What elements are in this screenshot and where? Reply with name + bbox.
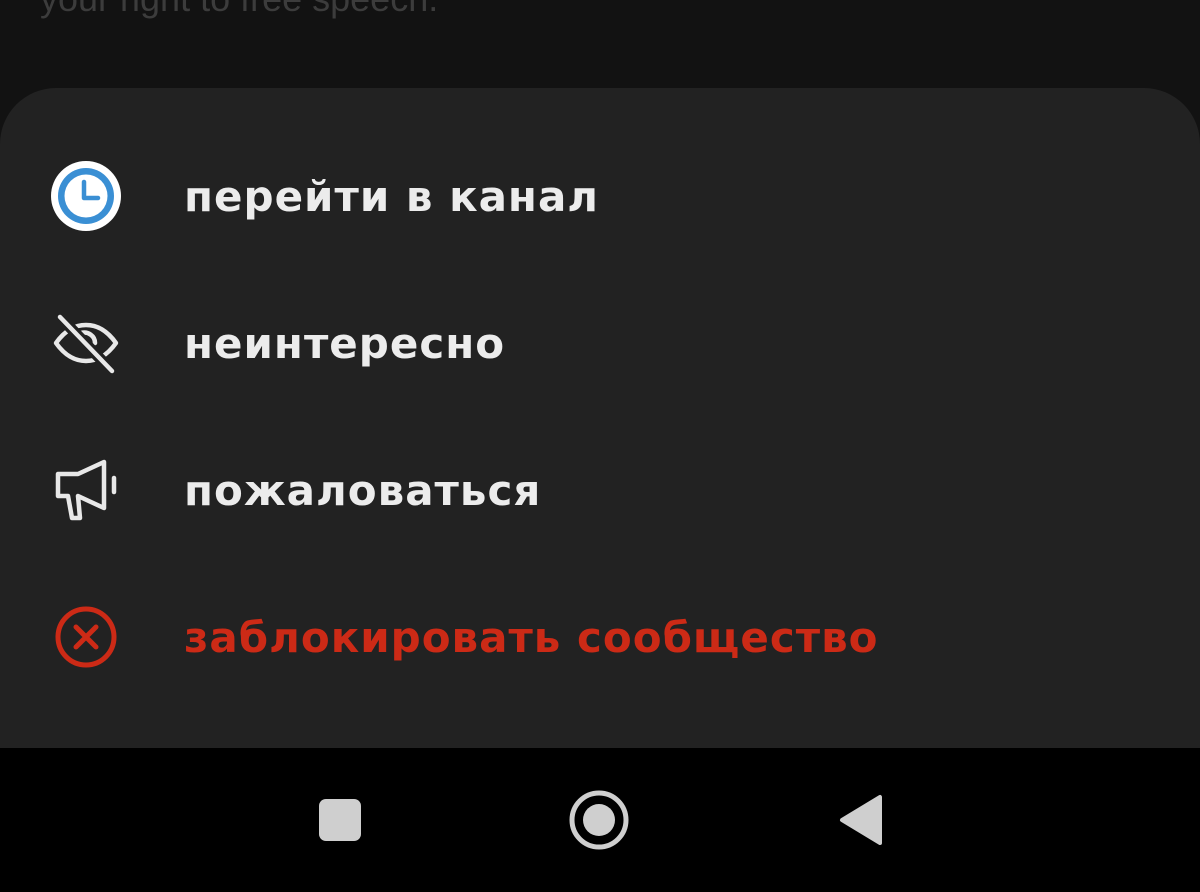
menu-item-label: неинтересно xyxy=(184,318,506,368)
menu-item-report[interactable]: пожаловаться xyxy=(0,430,1200,550)
recents-button[interactable] xyxy=(308,788,372,852)
menu-item-label: заблокировать сообщество xyxy=(184,612,879,662)
screen: your right to free speech. перейти в кан… xyxy=(0,0,1200,892)
back-button[interactable] xyxy=(828,788,892,852)
menu-item-label: пожаловаться xyxy=(184,465,542,515)
clock-icon xyxy=(48,158,124,234)
megaphone-icon xyxy=(48,452,124,528)
menu-item-label: перейти в канал xyxy=(184,171,600,221)
bottom-sheet-menu: перейти в канал неинтересно пожаловаться… xyxy=(0,88,1200,748)
home-button[interactable] xyxy=(563,784,635,856)
menu-item-not-interested[interactable]: неинтересно xyxy=(0,283,1200,403)
back-triangle-icon xyxy=(840,795,882,845)
block-circle-icon xyxy=(48,599,124,675)
system-navigation-bar xyxy=(0,748,1200,892)
background-post-text: your right to free speech. xyxy=(40,0,438,20)
menu-item-go-to-channel[interactable]: перейти в канал xyxy=(0,136,1200,256)
menu-item-block-community[interactable]: заблокировать сообщество xyxy=(0,577,1200,697)
eye-off-icon xyxy=(48,305,124,381)
square-icon xyxy=(319,799,361,841)
home-circle-icon xyxy=(569,790,629,850)
